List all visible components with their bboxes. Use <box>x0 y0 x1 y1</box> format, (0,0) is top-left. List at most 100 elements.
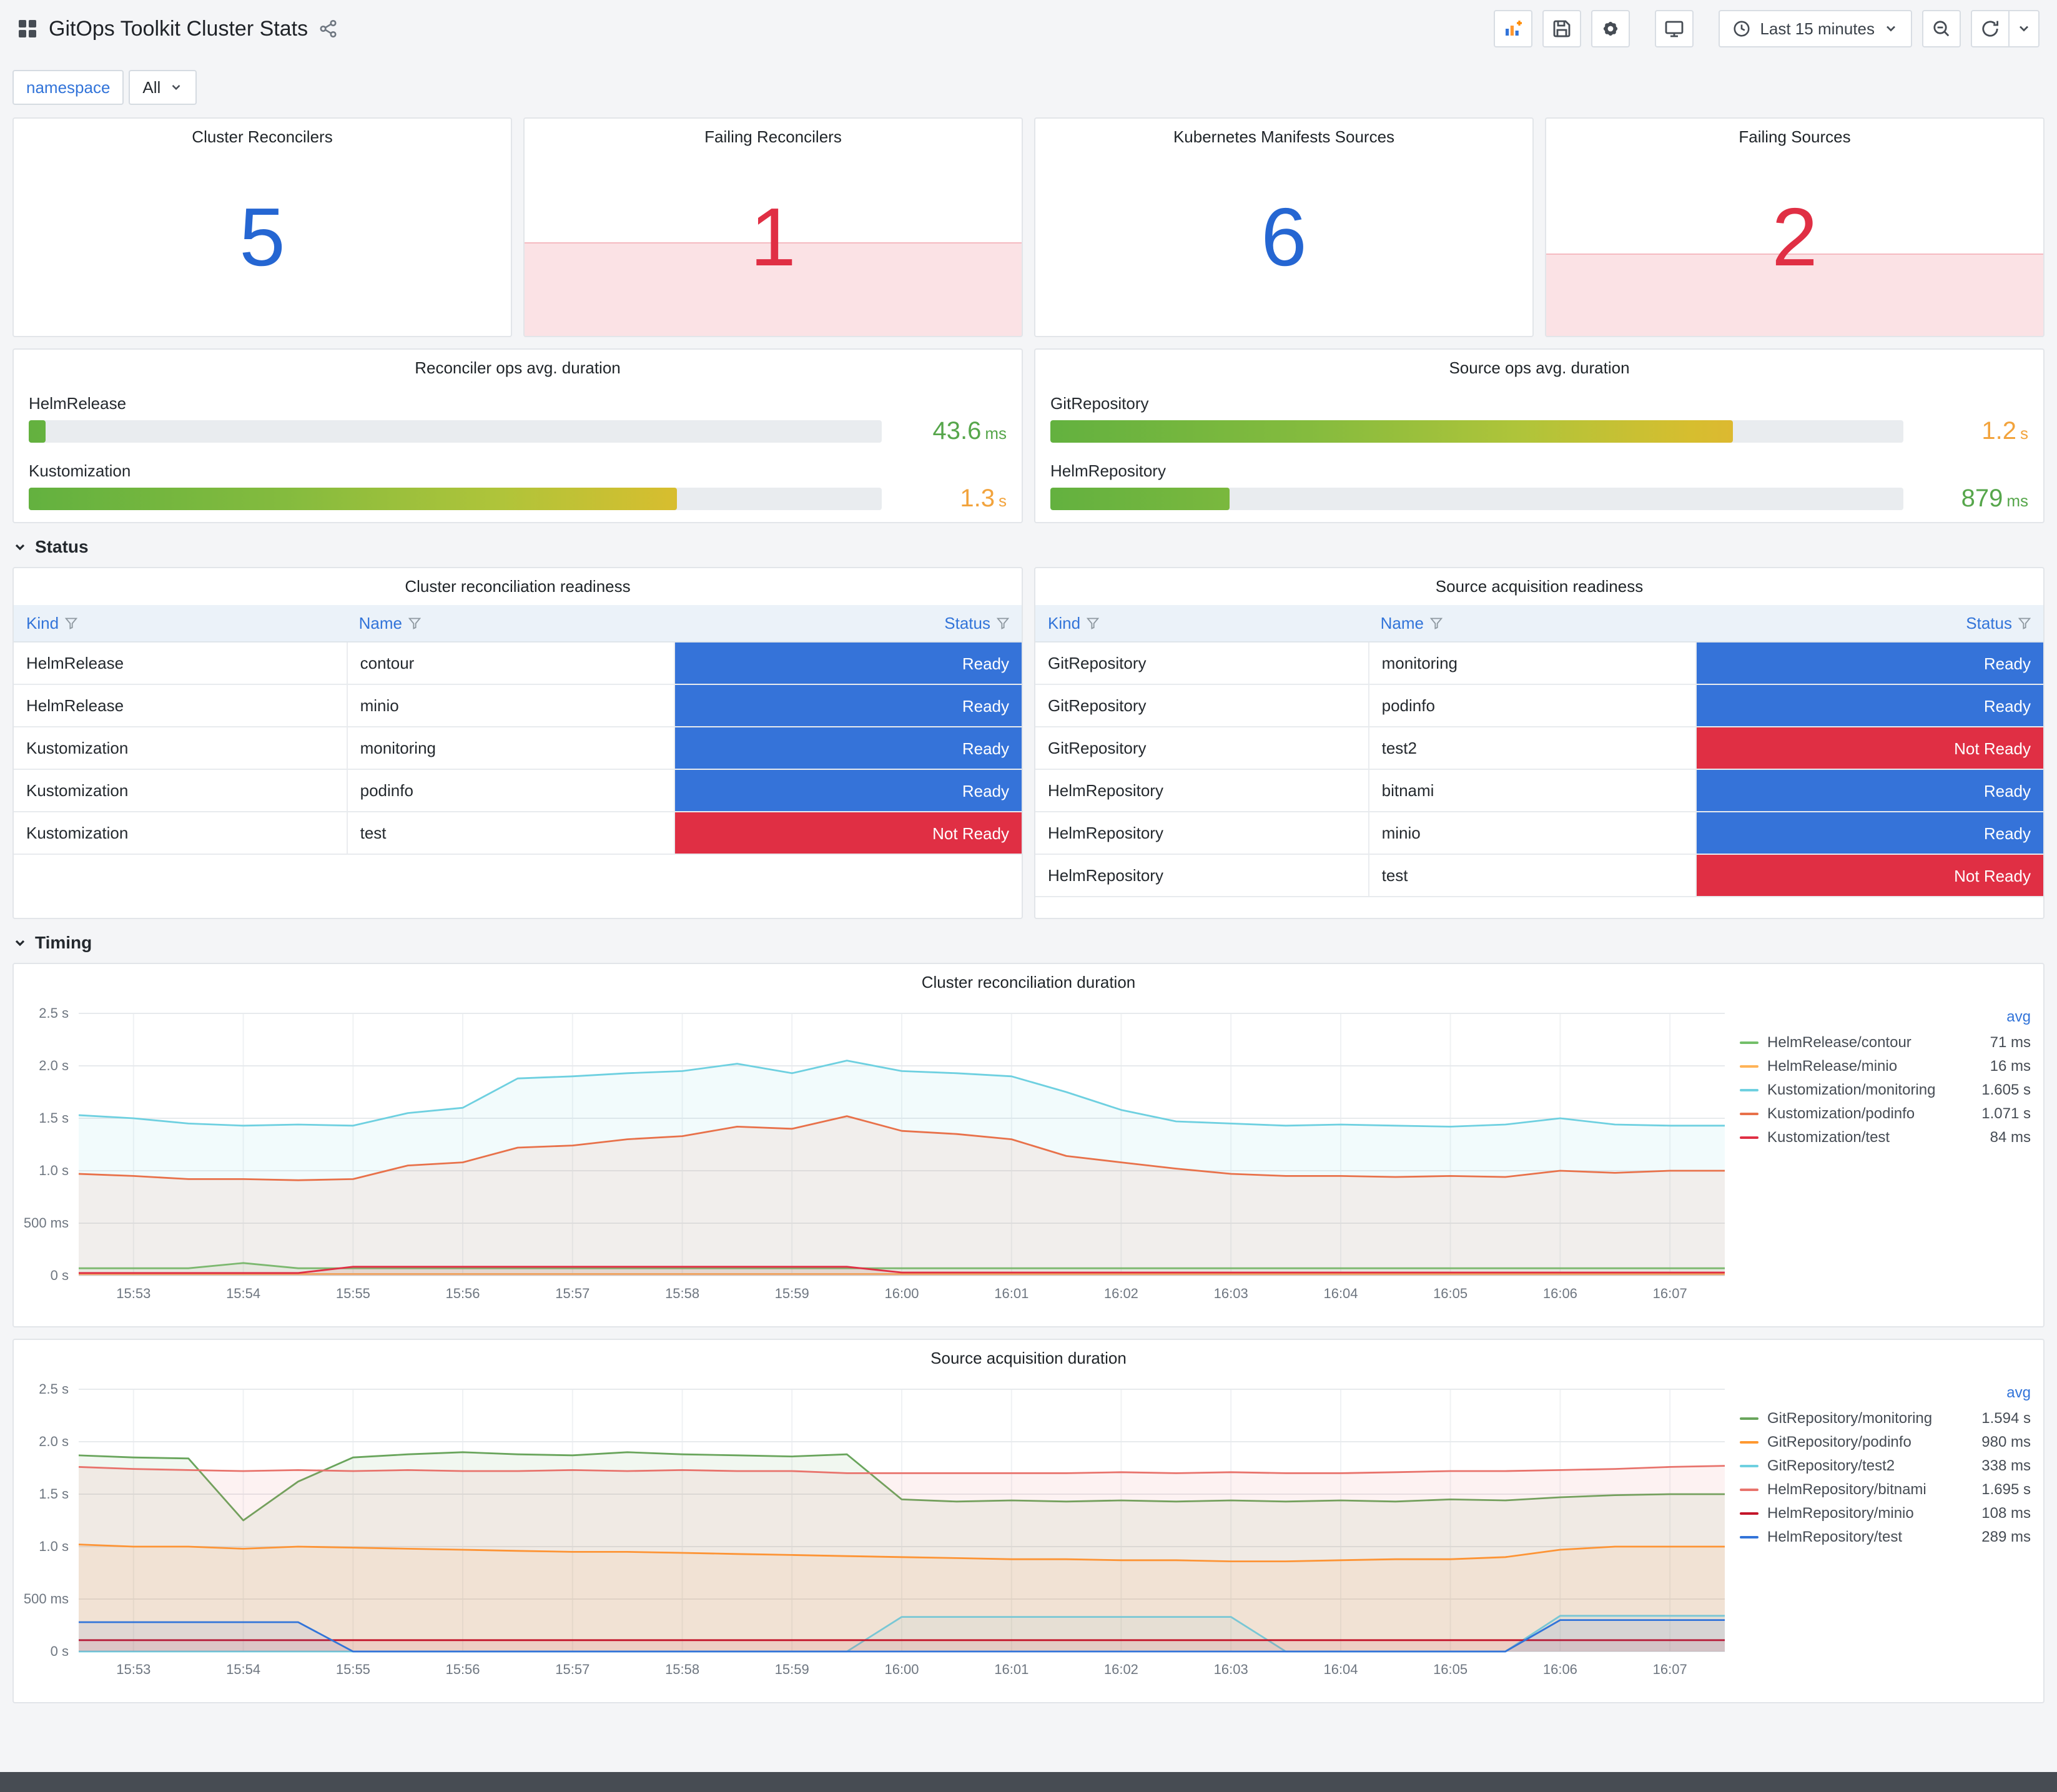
svg-text:1.0 s: 1.0 s <box>39 1163 69 1178</box>
legend-item[interactable]: Kustomization/podinfo 1.071 s <box>1740 1102 2031 1126</box>
bar-gauge-label: HelmRepository <box>1050 461 1166 480</box>
series-name[interactable]: Kustomization/test <box>1767 1129 1980 1146</box>
table-row[interactable]: GitRepository test2 Not Ready <box>1035 727 2043 770</box>
table-row[interactable]: HelmRepository minio Ready <box>1035 812 2043 855</box>
time-series-plot[interactable]: 0 s 500 ms 1.0 s 1.5 s 2.0 s 2.5 s 15:53 15:54 1… <box>16 998 1740 1313</box>
add-panel-button[interactable] <box>1494 10 1533 47</box>
table-row[interactable]: HelmRelease contour Ready <box>14 642 1022 685</box>
column-header-status[interactable]: Status <box>674 605 1022 641</box>
panel-title[interactable]: Source acquisition duration <box>14 1340 2043 1374</box>
cell-kind: HelmRelease <box>26 696 124 715</box>
panel-title[interactable]: Cluster reconciliation duration <box>14 964 2043 998</box>
panel-title[interactable]: Source ops avg. duration <box>1035 350 2043 384</box>
chart-panel-source-acquisition: Source acquisition duration 0 s 500 ms 1.0… <box>12 1339 2045 1703</box>
share-icon[interactable] <box>319 19 338 38</box>
status-badge: Not Ready <box>675 812 1022 854</box>
legend-item[interactable]: Kustomization/monitoring 1.605 s <box>1740 1078 2031 1102</box>
clock-icon <box>1734 21 1750 37</box>
section-row-timing[interactable]: Timing <box>12 933 2045 953</box>
series-name[interactable]: HelmRelease/contour <box>1767 1034 1980 1051</box>
series-name[interactable]: GitRepository/podinfo <box>1767 1434 1971 1451</box>
legend-item[interactable]: Kustomization/test 84 ms <box>1740 1126 2031 1150</box>
cell-name: test <box>346 812 674 854</box>
table-row[interactable]: HelmRepository test Not Ready <box>1035 855 2043 897</box>
series-avg-value: 16 ms <box>1990 1058 2031 1075</box>
time-range-picker[interactable]: Last 15 minutes <box>1719 10 1912 47</box>
series-name[interactable]: HelmRelease/minio <box>1767 1058 1980 1075</box>
legend-item[interactable]: HelmRelease/contour 71 ms <box>1740 1031 2031 1055</box>
section-row-status[interactable]: Status <box>12 537 2045 557</box>
status-badge: Not Ready <box>1697 727 2043 769</box>
cell-kind: HelmRepository <box>1048 824 1163 842</box>
table-row[interactable]: Kustomization monitoring Ready <box>14 727 1022 770</box>
gauge-panel-source-ops: Source ops avg. duration GitRepository 1… <box>1034 348 2045 523</box>
stat-panel-failing-sources: Failing Sources 2 <box>1545 117 2045 337</box>
column-header-kind[interactable]: Kind <box>1035 605 1368 641</box>
svg-text:2.5 s: 2.5 s <box>39 1381 69 1397</box>
svg-text:16:01: 16:01 <box>994 1286 1028 1301</box>
bar-gauge-label: GitRepository <box>1050 394 1149 413</box>
table-row[interactable]: HelmRelease minio Ready <box>14 685 1022 727</box>
legend-item[interactable]: HelmRepository/minio 108 ms <box>1740 1502 2031 1525</box>
cell-name: contour <box>346 642 674 684</box>
table-row[interactable]: HelmRepository bitnami Ready <box>1035 770 2043 812</box>
cell-status: Ready <box>1695 642 2043 684</box>
legend-item[interactable]: GitRepository/test2 338 ms <box>1740 1454 2031 1478</box>
legend-item[interactable]: GitRepository/podinfo 980 ms <box>1740 1430 2031 1454</box>
legend-item[interactable]: HelmRepository/bitnami 1.695 s <box>1740 1478 2031 1502</box>
series-name[interactable]: Kustomization/monitoring <box>1767 1081 1971 1099</box>
legend-item[interactable]: GitRepository/monitoring 1.594 s <box>1740 1407 2031 1430</box>
variable-label-namespace: namespace <box>12 70 124 105</box>
variable-namespace-dropdown[interactable]: All <box>129 70 197 105</box>
series-name[interactable]: Kustomization/podinfo <box>1767 1105 1971 1123</box>
cell-name: bitnami <box>1368 770 1696 811</box>
chevron-down-icon <box>15 940 25 947</box>
svg-text:1.0 s: 1.0 s <box>39 1538 69 1554</box>
column-header-status[interactable]: Status <box>1695 605 2043 641</box>
legend-item[interactable]: HelmRelease/minio 16 ms <box>1740 1055 2031 1078</box>
tv-mode-button[interactable] <box>1655 10 1694 47</box>
series-avg-value: 980 ms <box>1981 1434 2031 1450</box>
dashboard-settings-button[interactable] <box>1591 10 1630 47</box>
time-series-plot[interactable]: 0 s 500 ms 1.0 s 1.5 s 2.0 s 2.5 s 15:53 15:54 1… <box>16 1374 1740 1689</box>
dashboards-grid-icon[interactable] <box>17 19 37 39</box>
legend-items: HelmRelease/contour 71 ms HelmRelease/mini… <box>1740 1031 2031 1150</box>
svg-text:15:59: 15:59 <box>775 1286 809 1301</box>
save-dashboard-button[interactable] <box>1542 10 1582 47</box>
svg-text:16:07: 16:07 <box>1653 1286 1687 1301</box>
column-header-kind[interactable]: Kind <box>14 605 347 641</box>
series-name[interactable]: HelmRepository/bitnami <box>1767 1481 1971 1499</box>
series-name[interactable]: HelmRepository/test <box>1767 1529 1971 1546</box>
svg-text:500 ms: 500 ms <box>24 1215 69 1231</box>
table-row[interactable]: GitRepository podinfo Ready <box>1035 685 2043 727</box>
bar-gauge: HelmRelease 43.6 ms <box>29 394 1007 445</box>
series-name[interactable]: HelmRepository/minio <box>1767 1505 1971 1522</box>
column-header-name[interactable]: Name <box>1368 605 1696 641</box>
refresh-button[interactable] <box>1971 10 2010 47</box>
panel-title[interactable]: Cluster reconciliation readiness <box>14 568 1022 603</box>
filter-icon <box>65 618 78 629</box>
panel-title[interactable]: Reconciler ops avg. duration <box>14 350 1022 384</box>
cell-kind: HelmRepository <box>1048 866 1163 885</box>
series-name[interactable]: GitRepository/monitoring <box>1767 1410 1971 1427</box>
variable-namespace-value: All <box>142 77 161 97</box>
bar-gauge-fill <box>29 487 678 510</box>
svg-text:0 s: 0 s <box>51 1268 69 1283</box>
table-row[interactable]: Kustomization test Not Ready <box>14 812 1022 855</box>
series-avg-value: 338 ms <box>1981 1457 2031 1474</box>
column-header-name[interactable]: Name <box>347 605 674 641</box>
svg-text:15:55: 15:55 <box>336 1286 370 1301</box>
panel-title[interactable]: Source acquisition readiness <box>1035 568 2043 603</box>
zoom-out-button[interactable] <box>1922 10 1961 47</box>
stat-panel-cluster-reconcilers: Cluster Reconcilers 5 <box>12 117 512 337</box>
cell-status: Not Ready <box>1695 855 2043 896</box>
refresh-interval-dropdown[interactable] <box>2010 10 2040 47</box>
table-header-row: Kind Name Status <box>1035 605 2043 642</box>
table-row[interactable]: Kustomization podinfo Ready <box>14 770 1022 812</box>
section-title: Timing <box>35 933 92 952</box>
dashboard-root: GitOps Toolkit Cluster Stats Last 15 min… <box>0 0 2057 1792</box>
table-row[interactable]: GitRepository monitoring Ready <box>1035 642 2043 685</box>
chart-legend: avg GitRepository/monitoring 1.594 s GitRe… <box>1740 1374 2043 1697</box>
legend-item[interactable]: HelmRepository/test 289 ms <box>1740 1525 2031 1549</box>
series-name[interactable]: GitRepository/test2 <box>1767 1457 1971 1475</box>
